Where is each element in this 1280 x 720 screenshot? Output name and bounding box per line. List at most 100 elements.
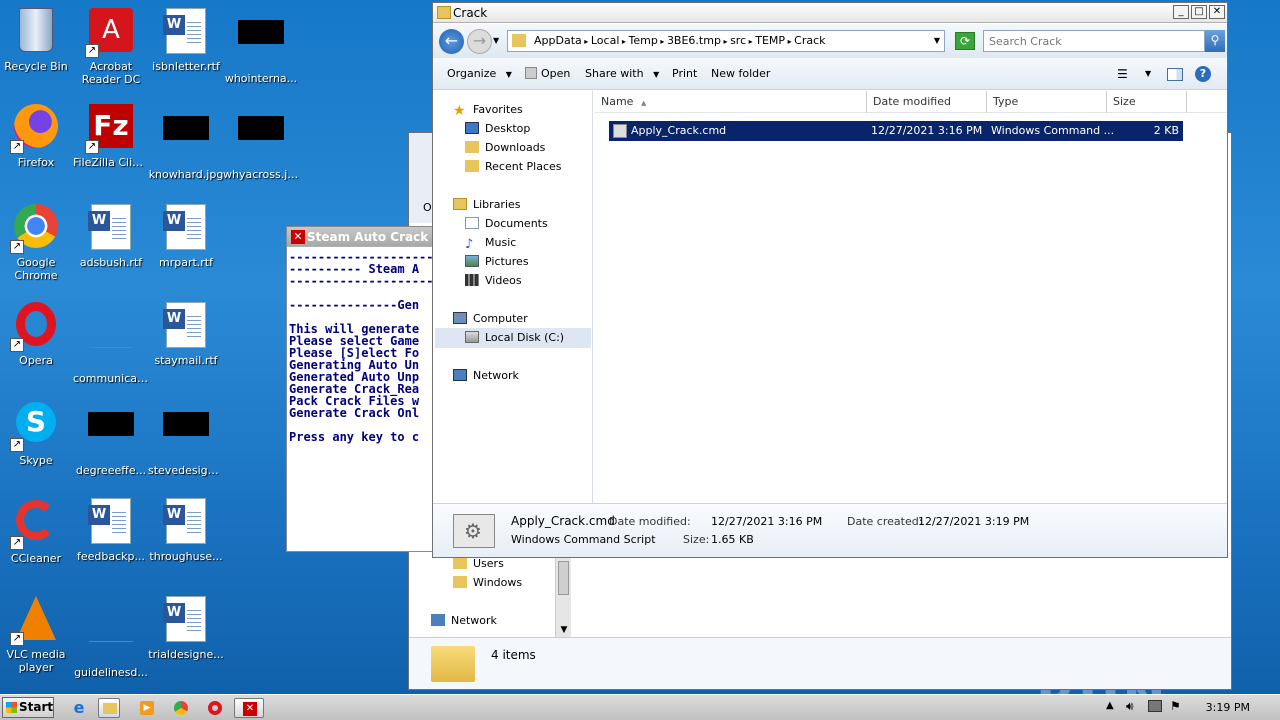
desktop-icon-communicati[interactable]: communicati... xyxy=(73,302,149,385)
back-nav-scrollbar[interactable]: ▼ xyxy=(555,557,571,637)
column-header-name[interactable]: Name ▲ xyxy=(595,91,867,113)
new-folder-button[interactable]: New folder xyxy=(711,58,770,90)
table-row[interactable]: Apply_Crack.cmd 12/27/2021 3:16 PM Windo… xyxy=(609,121,1183,141)
cmd-taskbar-icon[interactable]: ✕ xyxy=(234,698,264,718)
start-button[interactable]: Start xyxy=(2,697,54,718)
ie-icon[interactable]: e xyxy=(68,698,90,718)
breadcrumb-segment[interactable]: 3BE6.tmp xyxy=(667,34,721,47)
breadcrumb-separator-icon[interactable]: ▸ xyxy=(582,37,591,46)
desktop-icon-degreeeffe[interactable]: degreeeffe... xyxy=(73,400,149,477)
desktop-icon-feedbackp[interactable]: W feedbackp... xyxy=(73,498,149,563)
volume-icon[interactable]: 🔊︎ xyxy=(1126,699,1134,714)
breadcrumb-separator-icon[interactable]: ▸ xyxy=(746,37,755,46)
nav-desktop[interactable]: Desktop xyxy=(465,122,530,135)
back-tree-item-network[interactable]: Network xyxy=(431,614,497,627)
address-dropdown-icon[interactable]: ▼ xyxy=(934,31,940,51)
desktop-icon-filezilla[interactable]: Fz ↗ FileZilla Client xyxy=(73,104,149,169)
organize-button[interactable]: Organize ▼ xyxy=(447,58,512,91)
explorer-window[interactable]: Crack _ □ ✕ ← → ▼ AppData ▸ Local ▸ Temp… xyxy=(432,2,1228,558)
breadcrumb-segment[interactable]: AppData xyxy=(534,34,582,47)
breadcrumb-separator-icon[interactable]: ▸ xyxy=(785,37,794,46)
explorer-taskbar-icon[interactable] xyxy=(98,698,120,718)
desktop-icon-stevedesign[interactable]: stevedesign... xyxy=(148,400,224,477)
search-icon[interactable]: ⚲ xyxy=(1205,30,1225,52)
nav-videos[interactable]: Videos xyxy=(465,274,522,287)
desktop-icon-ccleaner[interactable]: ↗ CCleaner xyxy=(0,498,74,565)
desktop-icon-firefox[interactable]: ↗ Firefox xyxy=(0,104,74,169)
help-icon[interactable]: ? xyxy=(1195,66,1211,82)
view-options-icon[interactable]: ☰ xyxy=(1117,58,1128,90)
nav-network[interactable]: Network xyxy=(453,369,519,382)
opera-taskbar-icon[interactable] xyxy=(204,698,226,718)
breadcrumb-segment[interactable]: Temp xyxy=(629,34,658,47)
nav-local-disk[interactable]: Local Disk (C:) xyxy=(465,331,564,344)
nav-documents[interactable]: Documents xyxy=(465,217,548,230)
folder-icon xyxy=(431,646,475,682)
navigation-pane: ★ Favorites Desktop Downloads Recent Plac… xyxy=(433,91,593,503)
chrome-taskbar-icon[interactable] xyxy=(170,698,192,718)
cmd-window[interactable]: ✕ Steam Auto Crack V1 ------------------… xyxy=(286,226,450,552)
desktop-icon-mrpart[interactable]: W mrpart.rtf xyxy=(148,204,224,269)
nav-favorites[interactable]: ★ Favorites xyxy=(453,103,523,119)
desktop-icon-vlc[interactable]: ↗ VLC media player xyxy=(0,596,74,674)
breadcrumb-segment[interactable]: src xyxy=(730,34,746,47)
desktop-icon-opera[interactable]: ↗ Opera xyxy=(0,302,74,367)
search-box[interactable] xyxy=(983,30,1205,52)
minimize-button[interactable]: _ xyxy=(1173,5,1189,19)
file-date: 12/27/2021 3:16 PM xyxy=(871,124,983,137)
desktop-icon-whyacross[interactable]: whyacross.jpg xyxy=(223,104,299,181)
breadcrumb-separator-icon[interactable]: ▸ xyxy=(658,37,667,46)
network-tray-icon[interactable] xyxy=(1148,700,1162,712)
breadcrumb-segment[interactable]: Crack xyxy=(794,34,825,47)
breadcrumb-segment[interactable]: TEMP xyxy=(755,34,785,47)
column-header-size[interactable]: Size xyxy=(1107,91,1187,113)
desktop-icon-knowhard[interactable]: knowhard.jpg xyxy=(148,104,224,181)
recent-pages-dropdown-icon[interactable]: ▼ xyxy=(493,36,499,45)
nav-pictures[interactable]: Pictures xyxy=(465,255,529,268)
clock[interactable]: 3:19 PM xyxy=(1206,701,1250,714)
desktop-icon-recycle-bin[interactable]: Recycle Bin xyxy=(0,8,74,73)
desktop-icon-staymail[interactable]: W staymail.rtf xyxy=(148,302,224,367)
chevron-down-icon[interactable]: ▼ xyxy=(1145,58,1151,90)
share-with-button[interactable]: Share with ▼ xyxy=(585,58,659,91)
folder-icon xyxy=(437,6,451,19)
nav-recent-places[interactable]: Recent Places xyxy=(465,160,562,173)
back-tree-item-users[interactable]: Users xyxy=(453,557,504,570)
search-input[interactable] xyxy=(984,31,1194,51)
nav-computer[interactable]: Computer xyxy=(453,312,528,325)
desktop-icon-throughuse[interactable]: W throughuse... xyxy=(148,498,224,563)
column-header-date[interactable]: Date modified xyxy=(867,91,987,113)
desktop-icon-whointerna[interactable]: whointerna... xyxy=(223,8,299,85)
breadcrumb-separator-icon[interactable]: ▸ xyxy=(721,37,730,46)
breadcrumb-segment[interactable]: Local xyxy=(591,34,620,47)
address-bar[interactable]: AppData ▸ Local ▸ Temp ▸ 3BE6.tmp ▸ src … xyxy=(507,30,945,52)
maximize-button[interactable]: □ xyxy=(1191,5,1207,19)
desktop-icon-adsbush[interactable]: W adsbush.rtf xyxy=(73,204,149,269)
desktop-icon-chrome[interactable]: ↗ Google Chrome xyxy=(0,204,74,282)
explorer-titlebar[interactable]: Crack _ □ ✕ xyxy=(433,3,1227,23)
blank-file-icon xyxy=(87,614,135,662)
preview-pane-icon[interactable] xyxy=(1167,68,1183,81)
action-center-flag-icon[interactable]: ⚑ xyxy=(1170,699,1181,713)
media-player-icon[interactable]: ▶ xyxy=(136,698,158,718)
nav-music[interactable]: ♪ Music xyxy=(465,236,516,251)
cmd-titlebar[interactable]: ✕ Steam Auto Crack V1 xyxy=(287,227,450,247)
desktop-icon-acrobat[interactable]: A ↗ Acrobat Reader DC xyxy=(73,8,149,86)
scroll-down-arrow-icon[interactable]: ▼ xyxy=(557,623,571,637)
desktop-icon-skype[interactable]: S ↗ Skype xyxy=(0,400,74,467)
refresh-icon[interactable]: ⟳ xyxy=(955,32,975,50)
back-tree-item-windows[interactable]: Windows xyxy=(453,576,522,589)
desktop-icon-guidelinesd[interactable]: guidelinesd... xyxy=(73,596,149,679)
column-header-type[interactable]: Type xyxy=(987,91,1107,113)
nav-libraries[interactable]: Libraries xyxy=(453,198,521,211)
desktop-icon-isbnletter[interactable]: W isbnletter.rtf xyxy=(148,8,224,73)
show-hidden-icons-icon[interactable]: ▲ xyxy=(1106,700,1114,711)
print-button[interactable]: Print xyxy=(672,58,697,90)
back-arrow-icon[interactable]: ← xyxy=(439,29,464,54)
desktop-icon-trialdesigne[interactable]: W trialdesigne... xyxy=(148,596,224,661)
close-button[interactable]: ✕ xyxy=(1209,5,1225,19)
nav-downloads[interactable]: Downloads xyxy=(465,141,545,154)
forward-arrow-icon[interactable]: → xyxy=(467,29,492,54)
breadcrumb-separator-icon[interactable]: ▸ xyxy=(619,37,628,46)
open-button[interactable]: Open xyxy=(525,58,570,90)
